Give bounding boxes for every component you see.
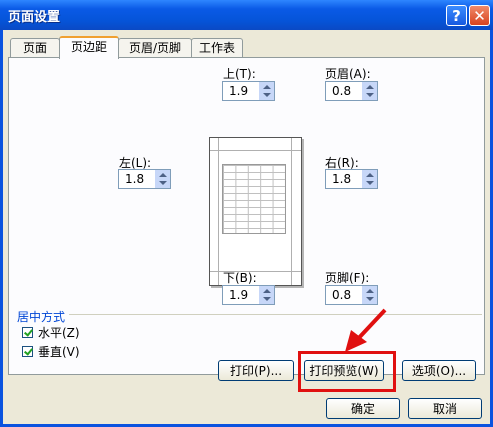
spin-buttons[interactable] (362, 170, 377, 188)
horizontal-checkbox[interactable] (22, 327, 33, 338)
left-margin-value[interactable]: 1.8 (125, 172, 144, 186)
spin-down-icon[interactable] (159, 181, 167, 185)
center-on-page-heading: 居中方式 (17, 308, 70, 325)
group-divider (17, 314, 482, 315)
top-margin-value[interactable]: 1.9 (229, 84, 248, 98)
spin-down-icon[interactable] (263, 93, 271, 97)
page-preview (209, 137, 302, 286)
close-button[interactable]: ✕ (469, 5, 490, 26)
spin-down-icon[interactable] (366, 181, 374, 185)
header-margin-spinner[interactable]: 0.8 (325, 81, 378, 101)
vertical-label[interactable]: 垂直(V) (38, 343, 80, 360)
sheet-grid-preview (222, 164, 286, 234)
spin-up-icon[interactable] (263, 85, 271, 89)
annotation-arrow-icon (345, 308, 387, 352)
spin-up-icon[interactable] (263, 289, 271, 293)
spin-buttons[interactable] (362, 286, 377, 304)
right-margin-spinner[interactable]: 1.8 (325, 169, 378, 189)
vertical-checkbox[interactable] (22, 346, 33, 357)
spin-up-icon[interactable] (159, 173, 167, 177)
spin-buttons[interactable] (155, 170, 170, 188)
print-button[interactable]: 打印(P)... (218, 360, 294, 381)
spin-buttons[interactable] (259, 82, 274, 100)
left-guide-line (218, 138, 219, 285)
bottom-margin-label: 下(B): (223, 271, 257, 285)
title-bar[interactable]: 页面设置 ? ✕ (0, 0, 493, 30)
bottom-margin-spinner[interactable]: 1.9 (222, 285, 275, 305)
header-margin-value[interactable]: 0.8 (332, 84, 351, 98)
footer-margin-value[interactable]: 0.8 (332, 288, 351, 302)
options-button[interactable]: 选项(O)... (402, 360, 476, 381)
left-margin-spinner[interactable]: 1.8 (118, 169, 171, 189)
footer-margin-spinner[interactable]: 0.8 (325, 285, 378, 305)
cancel-button[interactable]: 取消 (408, 398, 482, 419)
header-margin-label: 页眉(A): (325, 67, 371, 81)
right-margin-value[interactable]: 1.8 (332, 172, 351, 186)
preview-button[interactable]: 打印预览(W) (304, 360, 384, 381)
page-setup-window: 页面设置 ? ✕ 页面 页边距 页眉/页脚 工作表 上(T): 1.9 页眉(A… (0, 0, 493, 427)
tab-header-footer[interactable]: 页眉/页脚 (118, 38, 192, 57)
spin-down-icon[interactable] (263, 297, 271, 301)
tab-margins[interactable]: 页边距 (59, 36, 119, 59)
margins-panel: 上(T): 1.9 页眉(A): 0.8 左(L): 1.8 右(R): 1.8 (8, 57, 485, 392)
right-guide-line (291, 138, 292, 285)
tab-sheet[interactable]: 工作表 (191, 38, 243, 57)
spin-down-icon[interactable] (366, 297, 374, 301)
ok-button[interactable]: 确定 (326, 398, 400, 419)
spin-up-icon[interactable] (366, 85, 374, 89)
spin-down-icon[interactable] (366, 93, 374, 97)
horizontal-label[interactable]: 水平(Z) (38, 324, 80, 341)
spin-up-icon[interactable] (366, 173, 374, 177)
window-title: 页面设置 (8, 10, 61, 25)
help-button[interactable]: ? (446, 5, 467, 26)
spin-buttons[interactable] (259, 286, 274, 304)
bottom-margin-value[interactable]: 1.9 (229, 288, 248, 302)
spin-buttons[interactable] (362, 82, 377, 100)
footer-margin-label: 页脚(F): (325, 271, 370, 285)
top-margin-spinner[interactable]: 1.9 (222, 81, 275, 101)
header-guide-line (210, 150, 301, 151)
tab-page[interactable]: 页面 (10, 38, 60, 57)
spin-up-icon[interactable] (366, 289, 374, 293)
top-margin-label: 上(T): (223, 67, 256, 81)
dialog-body: 页面 页边距 页眉/页脚 工作表 上(T): 1.9 页眉(A): 0.8 左(… (3, 30, 490, 424)
